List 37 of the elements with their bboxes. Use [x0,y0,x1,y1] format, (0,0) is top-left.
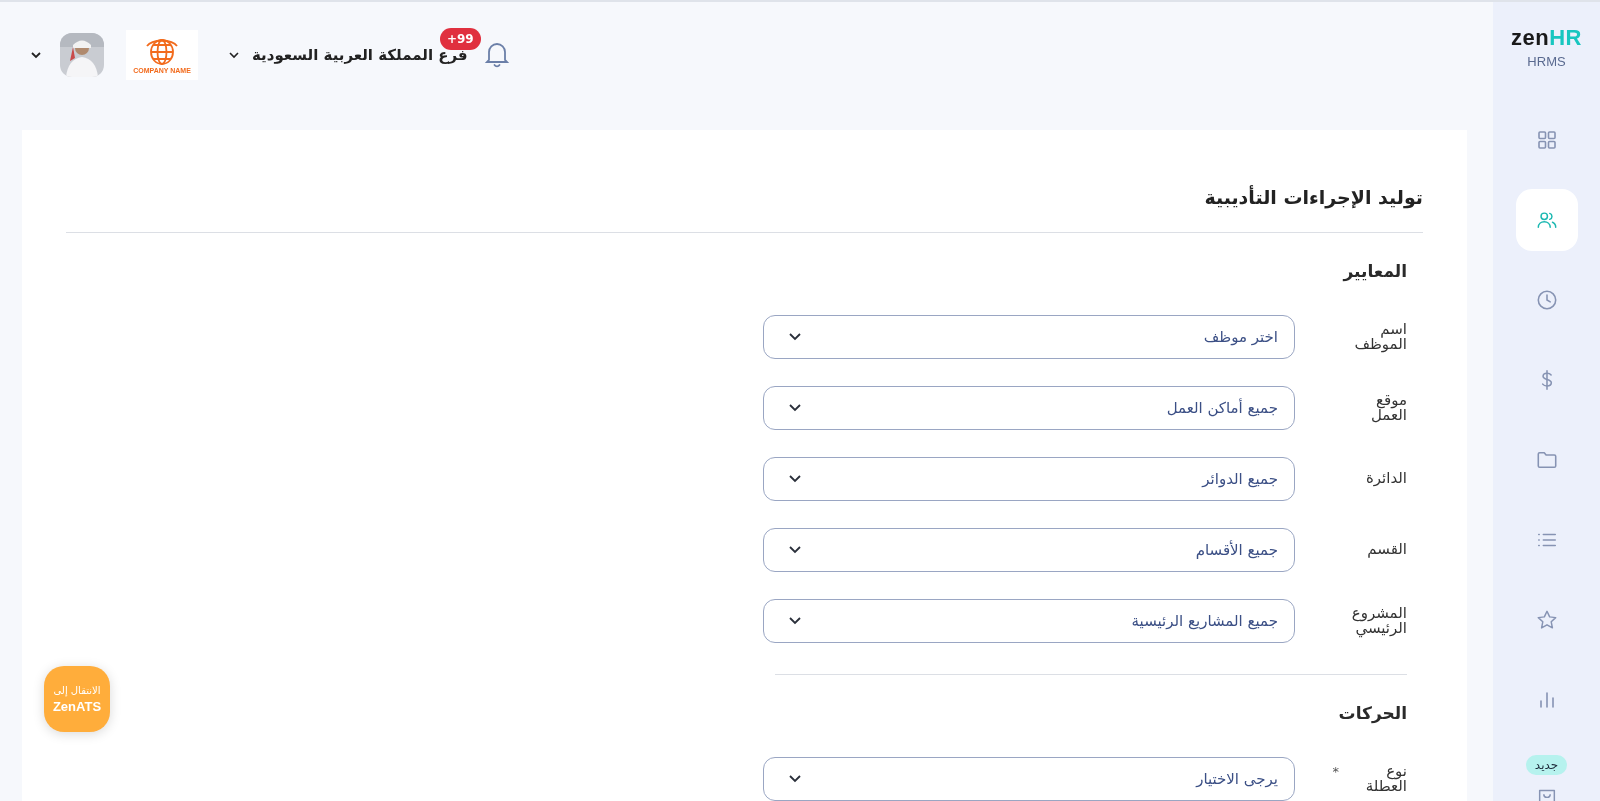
nav-users-button[interactable] [1515,189,1578,251]
select-field[interactable]: جميع الدوائر [763,456,1295,501]
chevron-down-icon [30,51,42,59]
page-title: توليد الإجراءات التأديبية [1203,186,1423,208]
required-mark: * [1332,763,1339,779]
select-field[interactable]: جميع المشاريع الرئيسية [763,598,1295,643]
field-label: المشروع الرئيسي [1350,605,1407,636]
new-badge: جديد [1525,755,1568,775]
user-menu-button[interactable] [30,51,42,59]
grid-icon [1536,130,1557,150]
field-label: القسم [1366,542,1407,557]
chevron-down-icon [788,774,802,783]
chevron-down-icon [788,474,802,483]
folder-icon [1535,449,1558,471]
section-heading: المعايير [1343,261,1407,281]
chevron-down-icon [788,332,802,341]
notification-count: +99 [439,28,481,50]
chevron-down-icon [788,403,802,412]
section-heading: الحركات [1338,703,1407,723]
clock-icon [1535,289,1558,311]
select-field[interactable]: جميع أماكن العمل [763,385,1295,430]
zenhr-logo: zenHR [1511,26,1582,50]
select-field[interactable]: اختر موظف [763,314,1295,359]
product-name: HRMS [1527,54,1566,69]
star-icon [1535,609,1558,631]
select-field[interactable]: يرجى الاختيار [763,756,1295,801]
chevron-down-icon [788,616,802,625]
field-label: الدائرة [1364,471,1407,486]
chevron-down-icon [788,545,802,554]
chevron-down-icon [228,51,240,59]
select-field[interactable]: جميع الأقسام [763,527,1295,572]
globe-icon [145,36,179,67]
users-icon [1535,209,1558,231]
field-label: اسم الموظف [1353,321,1407,352]
field-label: موقع العمل [1370,392,1407,423]
field-label: نوع العطلة [1364,763,1407,794]
bell-icon [483,40,510,68]
